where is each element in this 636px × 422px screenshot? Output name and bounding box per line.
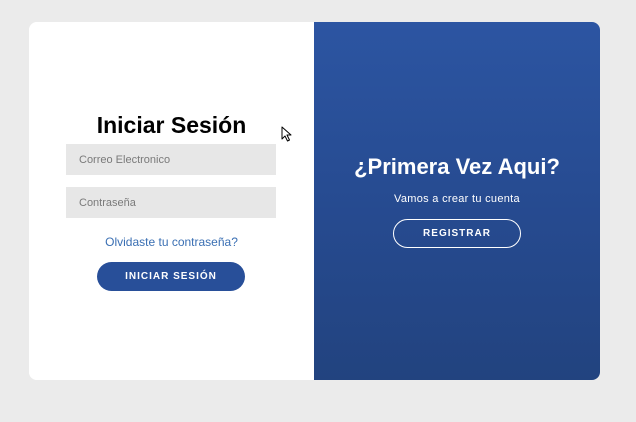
register-panel: ¿Primera Vez Aqui? Vamos a crear tu cuen… xyxy=(314,22,600,380)
login-button[interactable]: INICIAR SESIÓN xyxy=(97,262,245,291)
login-panel: Iniciar Sesión Olvidaste tu contraseña? … xyxy=(29,22,314,380)
forgot-password-link[interactable]: Olvidaste tu contraseña? xyxy=(29,235,314,249)
register-title: ¿Primera Vez Aqui? xyxy=(354,154,560,179)
mouse-pointer-icon xyxy=(281,126,292,142)
register-subtitle: Vamos a crear tu cuenta xyxy=(394,193,520,205)
email-field[interactable] xyxy=(66,144,276,175)
register-button[interactable]: REGISTRAR xyxy=(393,219,521,248)
password-field[interactable] xyxy=(66,187,276,218)
login-title: Iniciar Sesión xyxy=(96,112,247,138)
auth-card: Iniciar Sesión Olvidaste tu contraseña? … xyxy=(29,22,600,380)
